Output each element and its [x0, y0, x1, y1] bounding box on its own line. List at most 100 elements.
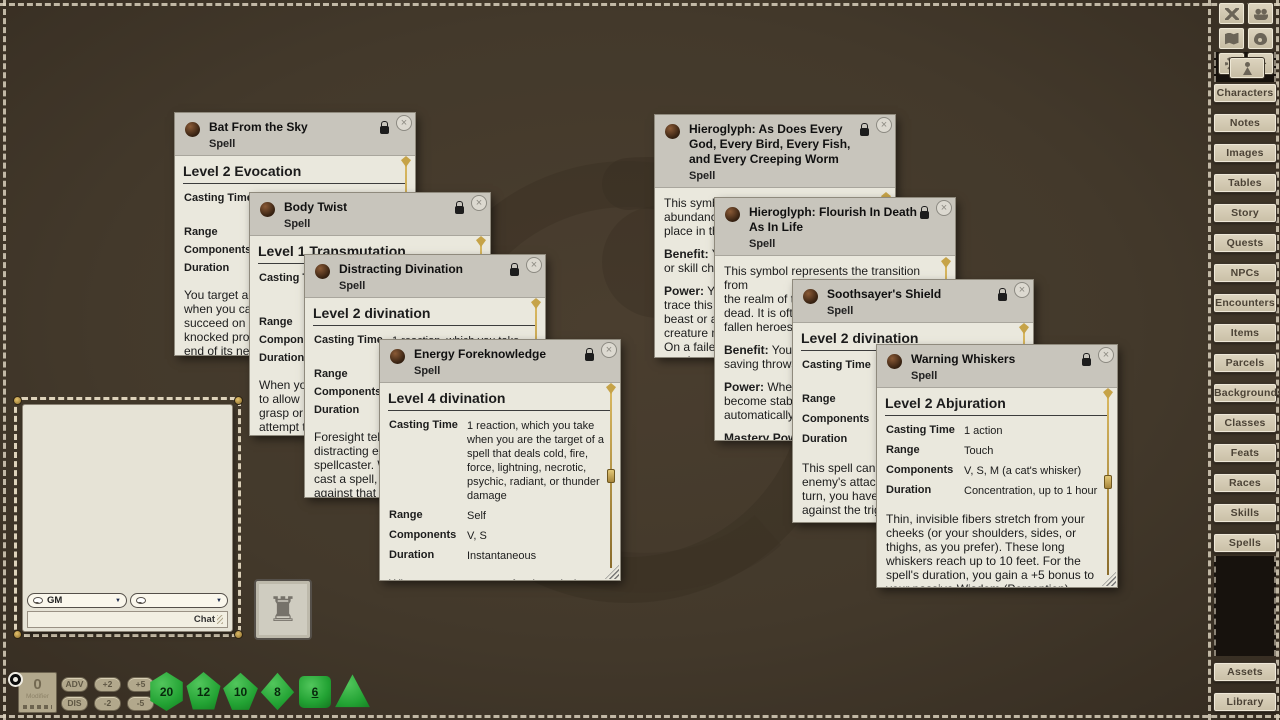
scrollbar[interactable]	[607, 392, 616, 568]
grommet	[234, 630, 243, 639]
lock-icon[interactable]	[510, 268, 519, 276]
lock-icon[interactable]	[585, 353, 594, 361]
map-icon	[1225, 33, 1239, 45]
sidebar-item-images[interactable]: Images	[1213, 143, 1277, 163]
sidebar-item-items[interactable]: Items	[1213, 323, 1277, 343]
roll-button-plus2[interactable]: +2	[94, 677, 121, 692]
sidebar-item-races[interactable]: Races	[1213, 473, 1277, 493]
spell-orb-icon	[803, 289, 818, 304]
sidebar-item-tables[interactable]: Tables	[1213, 173, 1277, 193]
chat-speaker-dropdown[interactable]: GM ▼	[27, 593, 127, 608]
sidebar-item-assets[interactable]: Assets	[1213, 662, 1277, 682]
chevron-down-icon: ▼	[216, 598, 222, 604]
spell-stats: Casting Time1 reaction, which you take w…	[380, 411, 620, 563]
sidebar: Characters Notes Images Tables Story Quests NP…	[1213, 83, 1277, 563]
sidebar-item-npcs[interactable]: NPCs	[1213, 263, 1277, 283]
close-icon[interactable]: ×	[601, 342, 617, 358]
palette-icon-button[interactable]	[1247, 27, 1274, 50]
window-subtitle: Spell	[339, 280, 515, 292]
roll-button-adv[interactable]: ADV	[61, 677, 88, 692]
window-title: Hieroglyph: As Does Every God, Every Bir…	[689, 122, 865, 167]
chat-speaker-value: GM	[47, 595, 62, 606]
stat-row: DurationInstantaneous	[389, 549, 604, 563]
spell-level: Level 2 Abjuration	[885, 388, 1109, 416]
sidebar-item-feats[interactable]: Feats	[1213, 443, 1277, 463]
modifier-label: Modifier	[19, 693, 56, 700]
spell-level: Level 2 divination	[313, 298, 537, 326]
chat-window[interactable]: GM ▼ ▼ Chat	[22, 404, 233, 632]
character-icon-button[interactable]	[1229, 57, 1265, 79]
window-titlebar[interactable]: Body TwistSpell×	[250, 193, 490, 236]
stat-row: Casting Time1 action	[886, 424, 1101, 438]
stat-row: RangeSelf	[389, 509, 604, 523]
sidebar-item-skills[interactable]: Skills	[1213, 503, 1277, 523]
sidebar-item-story[interactable]: Story	[1213, 203, 1277, 223]
sidebar-item-parcels[interactable]: Parcels	[1213, 353, 1277, 373]
window-titlebar[interactable]: Bat From the SkySpell×	[175, 113, 415, 156]
die-face: 6	[312, 685, 319, 699]
lock-icon[interactable]	[1082, 358, 1091, 366]
roll-button-dis[interactable]: DIS	[61, 696, 88, 711]
roll-button-minus2[interactable]: -2	[94, 696, 121, 711]
spell-level: Level 4 divination	[388, 383, 612, 411]
close-icon[interactable]: ×	[936, 200, 952, 216]
sidebar-item-encounters[interactable]: Encounters	[1213, 293, 1277, 313]
stat-row: DurationConcentration, up to 1 hour	[886, 484, 1101, 498]
sidebar-item-quests[interactable]: Quests	[1213, 233, 1277, 253]
window-titlebar[interactable]: Energy ForeknowledgeSpell×	[380, 340, 620, 383]
window-subtitle: Spell	[209, 138, 385, 150]
sidebar-item-library[interactable]: Library	[1213, 692, 1277, 712]
stat-row: ComponentsV, S	[389, 529, 604, 543]
chat-target-dropdown[interactable]: ▼	[130, 593, 228, 608]
players-icon-button[interactable]	[1247, 2, 1274, 25]
window-titlebar[interactable]: Distracting DivinationSpell×	[305, 255, 545, 298]
window-titlebar[interactable]: Warning WhiskersSpell×	[877, 345, 1117, 388]
sidebar-item-spells[interactable]: Spells	[1213, 533, 1277, 553]
window-subtitle: Spell	[827, 305, 1003, 317]
close-icon[interactable]: ×	[471, 195, 487, 211]
spell-orb-icon	[725, 207, 740, 222]
lock-icon[interactable]	[860, 128, 869, 136]
left-stitch-border	[3, 0, 6, 720]
window-titlebar[interactable]: Hieroglyph: Flourish In Death As In Life…	[715, 198, 955, 256]
sidebar-item-characters[interactable]: Characters	[1213, 83, 1277, 103]
modifier-box[interactable]: 0 Modifier	[18, 672, 57, 713]
die-d12[interactable]: 12	[185, 672, 222, 711]
lock-icon[interactable]	[455, 206, 464, 214]
stat-row: Casting Time1 reaction, which you take w…	[389, 419, 604, 503]
lock-icon[interactable]	[380, 126, 389, 134]
grommet	[13, 396, 22, 405]
lock-icon[interactable]	[920, 211, 929, 219]
sidebar-item-backgrounds[interactable]: Backgrounds	[1213, 383, 1277, 403]
window-titlebar[interactable]: Hieroglyph: As Does Every God, Every Bir…	[655, 115, 895, 188]
crossed-tools-icon-button[interactable]	[1218, 2, 1245, 25]
chat-resize-grip[interactable]	[217, 615, 223, 624]
close-icon[interactable]: ×	[526, 257, 542, 273]
die-d6[interactable]: 6	[299, 676, 331, 708]
scrollbar-knob[interactable]	[607, 469, 615, 483]
sidebar-item-notes[interactable]: Notes	[1213, 113, 1277, 133]
character-icon	[1240, 62, 1254, 74]
chat-label: Chat	[194, 614, 215, 625]
sidebar-left-stitch	[1208, 0, 1211, 720]
sidebar-item-classes[interactable]: Classes	[1213, 413, 1277, 433]
close-icon[interactable]: ×	[1014, 282, 1030, 298]
lock-icon[interactable]	[998, 293, 1007, 301]
map-icon-button[interactable]	[1218, 27, 1245, 50]
spell-window-warning-whiskers[interactable]: Warning WhiskersSpell×Level 2 Abjuration…	[877, 345, 1117, 587]
scrollbar-knob[interactable]	[1104, 475, 1112, 489]
dice-tower-button[interactable]: ♜	[254, 579, 312, 640]
spell-window-energy-foreknowledge[interactable]: Energy ForeknowledgeSpell×Level 4 divina…	[380, 340, 620, 580]
close-icon[interactable]: ×	[876, 117, 892, 133]
close-icon[interactable]: ×	[1098, 347, 1114, 363]
window-subtitle: Spell	[749, 238, 925, 250]
die-d20[interactable]: 20	[148, 672, 185, 711]
chat-input[interactable]: Chat	[27, 611, 228, 628]
close-icon[interactable]: ×	[396, 115, 412, 131]
target-radial-icon[interactable]	[8, 672, 23, 687]
die-d10[interactable]: 10	[222, 672, 259, 711]
die-d4[interactable]	[334, 672, 371, 711]
window-titlebar[interactable]: Soothsayer's ShieldSpell×	[793, 280, 1033, 323]
die-d8[interactable]: 8	[259, 672, 296, 711]
scrollbar[interactable]	[1104, 397, 1113, 575]
